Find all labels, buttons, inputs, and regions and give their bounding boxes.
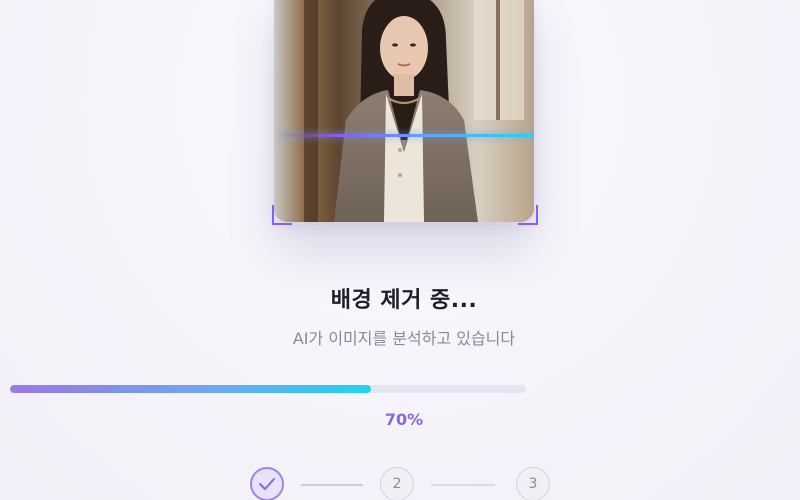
step-3: 3 [516, 467, 550, 500]
crop-corner-bottom-right [518, 205, 538, 225]
source-photo [274, 0, 534, 222]
scan-line [274, 134, 534, 137]
status-subtitle: AI가 이미지를 분석하고 있습니다 [292, 329, 516, 348]
status-title: 배경 제거 중... [330, 288, 478, 313]
step-connector [431, 484, 495, 486]
processing-screen: 배경 제거 중... AI가 이미지를 분석하고 있습니다 70% 2 3 [0, 0, 800, 500]
progress-percent: 70% [384, 410, 424, 429]
progress-fill [10, 385, 372, 393]
step-2: 2 [380, 467, 414, 500]
step-1-completed [250, 467, 284, 500]
crop-corner-bottom-left [272, 205, 292, 225]
step-connector [301, 484, 363, 486]
check-icon [259, 478, 275, 490]
progress-bar [10, 385, 526, 393]
